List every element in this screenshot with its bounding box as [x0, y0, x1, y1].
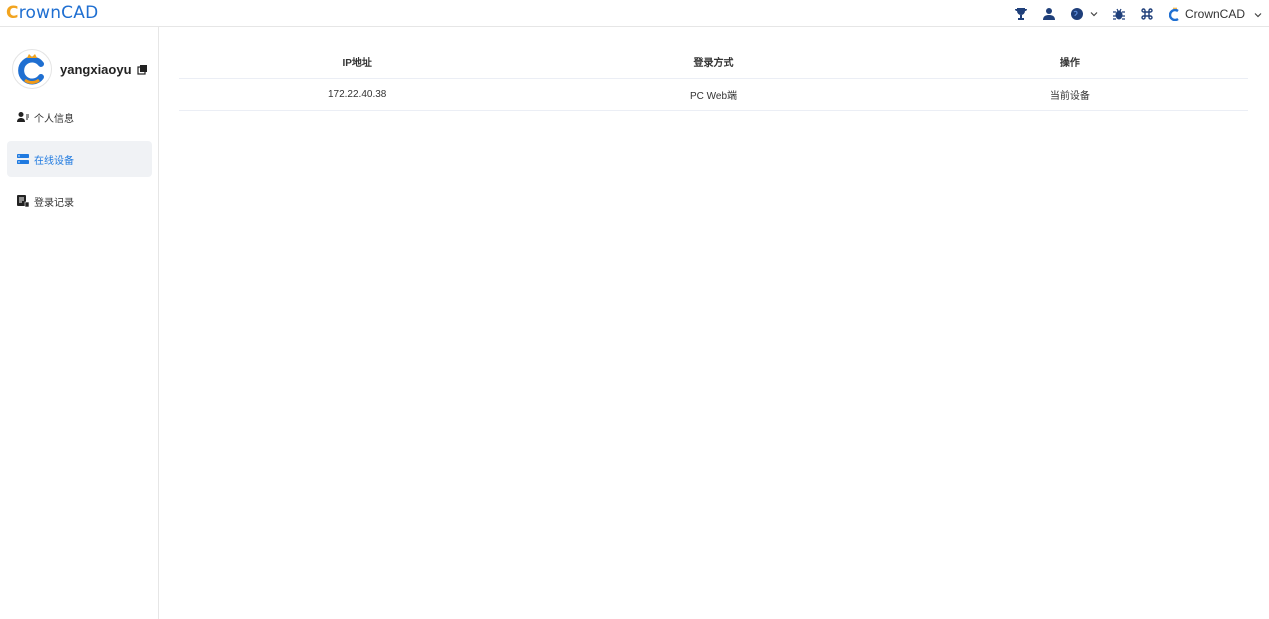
user-icon[interactable] [1041, 6, 1057, 22]
column-header-action: 操作 [891, 27, 1248, 79]
command-icon[interactable] [1139, 6, 1155, 22]
sidebar-item-online-devices[interactable]: 在线设备 [7, 141, 152, 177]
chevron-down-icon [1253, 9, 1263, 19]
globe-icon[interactable] [1069, 6, 1085, 22]
online-devices-table: IP地址 登录方式 操作 172.22.40.38 PC Web端 当前设备 [179, 27, 1248, 111]
copy-icon[interactable] [136, 64, 148, 75]
log-icon [17, 195, 29, 207]
bug-icon[interactable] [1111, 6, 1127, 22]
user-card-icon [17, 111, 29, 123]
logo-text: rownCAD [18, 3, 99, 23]
column-header-ip: IP地址 [179, 27, 536, 79]
trophy-icon[interactable] [1013, 6, 1029, 22]
main-content: IP地址 登录方式 操作 172.22.40.38 PC Web端 当前设备 [179, 27, 1248, 619]
cell-action: 当前设备 [891, 78, 1248, 111]
crowncad-logo-icon [1168, 6, 1181, 21]
app-logo[interactable]: CrownCAD [6, 3, 98, 23]
sidebar-item-profile[interactable]: 个人信息 [7, 99, 152, 135]
sidebar: yangxiaoyu 个人信息 在线设备 登录记录 [0, 27, 159, 619]
username: yangxiaoyu [60, 61, 132, 77]
logo-initial: C [6, 3, 19, 23]
top-bar: CrownCAD CrownCAD [0, 0, 1269, 27]
sidebar-item-label: 在线设备 [34, 155, 74, 167]
sidebar-item-label: 登录记录 [34, 197, 74, 209]
sidebar-item-label: 个人信息 [34, 113, 74, 125]
table-header-row: IP地址 登录方式 操作 [179, 27, 1248, 79]
column-header-login-method: 登录方式 [535, 27, 892, 79]
cell-ip: 172.22.40.38 [179, 78, 536, 111]
chevron-down-icon[interactable] [1089, 9, 1099, 19]
account-menu[interactable]: CrownCAD [1168, 6, 1263, 21]
top-toolbar: CrownCAD [1001, 0, 1263, 27]
server-icon [17, 153, 29, 165]
table-row: 172.22.40.38 PC Web端 当前设备 [179, 78, 1248, 111]
cell-login-method: PC Web端 [535, 78, 892, 111]
avatar[interactable] [12, 49, 52, 89]
profile-header: yangxiaoyu [12, 47, 152, 91]
sidebar-item-login-history[interactable]: 登录记录 [7, 183, 152, 219]
account-label: CrownCAD [1184, 6, 1245, 21]
